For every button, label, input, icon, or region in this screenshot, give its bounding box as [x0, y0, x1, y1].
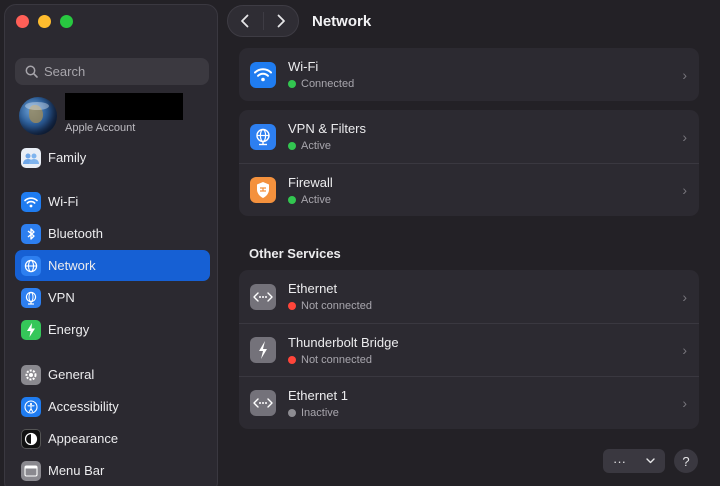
sidebar-item-label: Menu Bar	[48, 463, 105, 478]
service-name: Firewall	[288, 174, 333, 190]
status-dot	[288, 408, 296, 417]
sidebar-item-label: Network	[48, 258, 96, 273]
status-dot	[288, 80, 296, 88]
status-dot	[288, 142, 296, 150]
chevron-right-icon: ›	[682, 288, 687, 305]
apple-account-item[interactable]: Apple Account	[19, 92, 183, 135]
sidebar-item-label: Appearance	[48, 431, 119, 446]
forward-button[interactable]	[264, 6, 299, 36]
thunderbolt-icon	[250, 337, 276, 363]
sidebar-item-label: Bluetooth	[48, 226, 103, 241]
chevron-left-icon	[241, 14, 249, 28]
service-status: Connected	[301, 78, 355, 90]
sidebar-item-family[interactable]: Family	[15, 142, 210, 173]
sidebar-item-label: Family	[48, 150, 87, 165]
more-actions-popup-button[interactable]: ···	[603, 449, 665, 473]
ethernet-icon	[250, 390, 276, 416]
gear-icon	[21, 364, 41, 385]
service-row-vpn-filters[interactable]: VPN & Filters Active ›	[239, 110, 699, 163]
chevron-right-icon	[277, 14, 285, 28]
vpn-icon	[250, 123, 276, 150]
wifi-card: Wi-Fi Connected ›	[239, 48, 699, 101]
family-icon	[21, 147, 41, 168]
search-icon	[25, 65, 38, 78]
other-services-card: Ethernet Not connected › Thunderbolt Bri…	[239, 270, 699, 429]
sidebar-item-energy[interactable]: Energy	[15, 314, 210, 345]
sidebar-item-label: General	[48, 367, 95, 382]
appearance-icon	[21, 428, 41, 449]
service-name: Wi-Fi	[288, 59, 319, 74]
minimize-window-button[interactable]	[38, 15, 51, 28]
sidebar-item-label: Energy	[48, 322, 90, 337]
service-name: VPN & Filters	[288, 121, 367, 136]
sidebar: Search Apple Account Family Wi-Fi Blueto…	[4, 4, 218, 486]
accessibility-icon	[21, 396, 41, 417]
service-status: Active	[301, 140, 331, 152]
more-icon: ···	[613, 453, 626, 469]
service-status: Active	[301, 193, 331, 206]
account-name-redacted	[65, 92, 183, 120]
energy-icon	[21, 319, 41, 340]
service-row-ethernet[interactable]: Ethernet Not connected ›	[239, 270, 699, 323]
chevron-right-icon: ›	[682, 342, 687, 358]
wifi-icon	[250, 61, 276, 88]
system-settings-window: Search Apple Account Family Wi-Fi Blueto…	[0, 0, 720, 486]
service-row-firewall[interactable]: Firewall Active ›	[239, 163, 699, 216]
chevron-down-icon	[646, 458, 655, 464]
navigation-buttons	[227, 5, 299, 37]
sidebar-item-bluetooth[interactable]: Bluetooth	[15, 218, 210, 249]
sidebar-item-accessibility[interactable]: Accessibility	[15, 391, 210, 422]
menu-bar-icon	[21, 460, 41, 481]
status-dot	[288, 195, 296, 204]
sidebar-item-network[interactable]: Network	[15, 250, 210, 281]
sidebar-item-vpn[interactable]: VPN	[15, 282, 210, 313]
service-status: Inactive	[301, 406, 339, 419]
help-button[interactable]: ?	[674, 449, 698, 473]
service-name: Thunderbolt Bridge	[288, 334, 399, 350]
globe-icon	[21, 255, 41, 276]
avatar	[19, 97, 57, 135]
sidebar-item-label: VPN	[48, 290, 75, 305]
service-row-thunderbolt-bridge[interactable]: Thunderbolt Bridge Not connected ›	[239, 323, 699, 376]
sidebar-item-menu-bar[interactable]: Menu Bar	[15, 455, 210, 486]
sidebar-item-appearance[interactable]: Appearance	[15, 423, 210, 454]
service-status: Not connected	[301, 353, 372, 366]
search-placeholder: Search	[44, 64, 86, 79]
chevron-right-icon: ›	[682, 395, 687, 411]
ethernet-icon	[250, 283, 276, 310]
zoom-window-button[interactable]	[60, 15, 73, 28]
chevron-right-icon: ›	[682, 128, 687, 145]
vpn-icon	[21, 287, 41, 308]
search-input[interactable]: Search	[15, 58, 209, 85]
sidebar-item-wifi[interactable]: Wi-Fi	[15, 186, 210, 217]
close-window-button[interactable]	[16, 15, 29, 28]
chevron-right-icon: ›	[682, 182, 687, 198]
service-name: Ethernet	[288, 281, 338, 296]
other-services-heading: Other Services	[249, 246, 341, 261]
service-row-ethernet-1[interactable]: Ethernet 1 Inactive ›	[239, 376, 699, 429]
service-name: Ethernet 1	[288, 387, 348, 403]
sidebar-item-label: Accessibility	[48, 399, 119, 414]
status-dot	[288, 302, 296, 310]
bluetooth-icon	[21, 223, 41, 244]
service-status: Not connected	[301, 300, 372, 312]
page-title: Network	[312, 13, 372, 30]
sidebar-item-general[interactable]: General	[15, 359, 210, 390]
sidebar-item-label: Wi-Fi	[48, 194, 79, 209]
window-controls	[16, 15, 73, 28]
service-row-wifi[interactable]: Wi-Fi Connected ›	[239, 48, 699, 101]
status-dot	[288, 355, 296, 364]
back-button[interactable]	[228, 6, 263, 36]
security-card: VPN & Filters Active › Firewall Active ›	[239, 110, 699, 216]
chevron-right-icon: ›	[682, 66, 687, 83]
account-subtitle: Apple Account	[65, 121, 136, 134]
firewall-shield-icon	[250, 177, 276, 203]
wifi-icon	[21, 191, 41, 212]
